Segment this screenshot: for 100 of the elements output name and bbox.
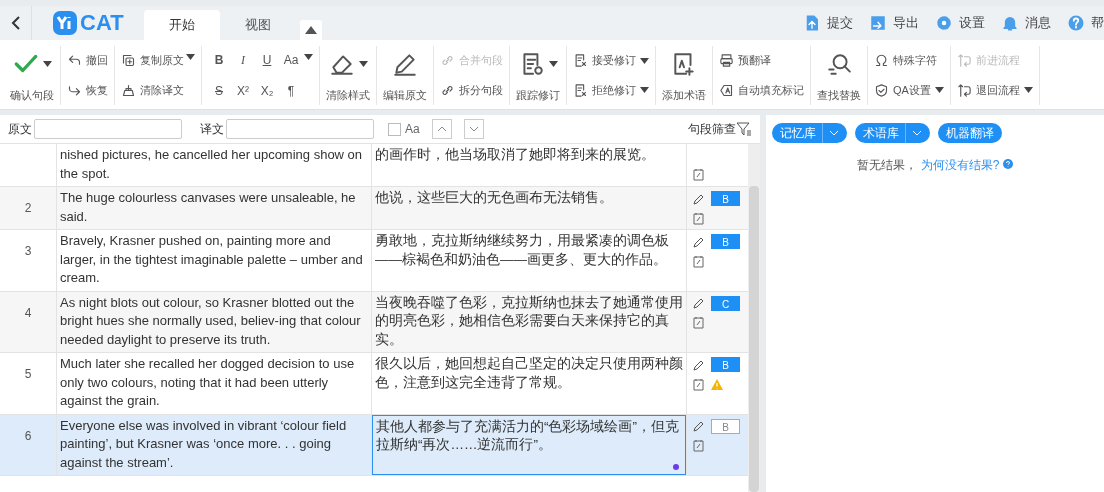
toolbar-button[interactable]: 拆分句段 xyxy=(440,79,503,102)
omega-icon xyxy=(874,53,889,69)
target-text[interactable]: 他说，这些巨大的无色画布无法销售。 xyxy=(372,187,686,229)
toolbar-button[interactable]: 拒绝修订 xyxy=(573,79,649,102)
toolbar-button[interactable]: 跟踪修订 xyxy=(516,46,560,105)
toolbar-button[interactable]: 退回流程 xyxy=(956,79,1033,102)
note-icon[interactable] xyxy=(693,439,705,452)
top-action[interactable]: 提交 xyxy=(803,6,853,40)
top-action[interactable]: 设置 xyxy=(935,6,985,40)
field-label: 原文 xyxy=(8,120,32,138)
format-button[interactable]: B xyxy=(208,49,230,72)
toolbar-button[interactable]: 接受修订 xyxy=(573,49,649,72)
note-icon[interactable] xyxy=(693,211,705,225)
filter-label: 句段筛查 xyxy=(688,120,736,138)
chevron-up-icon[interactable] xyxy=(436,126,447,132)
toolbar-button[interactable]: QA设置 xyxy=(874,79,944,102)
chevron-down-icon[interactable] xyxy=(468,126,479,132)
loop-arrow-icon xyxy=(956,82,972,98)
target-text[interactable]: 其他人都参与了充满活力的“色彩场域绘画”，但克拉斯纳“再次……逆流而行”。 xyxy=(372,414,686,475)
note-icon[interactable] xyxy=(693,254,705,268)
top-action[interactable]: 导出 xyxy=(869,6,919,40)
pencil-icon[interactable] xyxy=(693,420,705,432)
match-badge: B xyxy=(711,418,740,434)
target-text[interactable]: 当夜晚吞噬了色彩，克拉斯纳也抹去了她通常使用的明亮色彩，她相信色彩需要白天来保持它的真实。 xyxy=(372,291,686,352)
segment-number: 6 xyxy=(24,427,32,445)
toolbar-button[interactable]: 清除译文 xyxy=(121,79,184,102)
tag-icon xyxy=(719,82,734,98)
ribbon-tab[interactable]: 视图 xyxy=(219,10,296,40)
chevron-left-icon[interactable] xyxy=(10,15,21,31)
segment-row[interactable]: 5 Much later she recalled her dogged decision to use only two colours, noting that it had been utterly against the grain. 很久以后，她回想起自己坚定的决定只使用两种颜色，注意到这完全违背了常规。 B xyxy=(0,353,748,415)
help-link[interactable]: 为何没有结果? xyxy=(920,158,1000,172)
segment-row[interactable]: nished pictures, he cancelled her upcoming show on the spot. 的画作时，他当场取消了她即将到来的展览。 xyxy=(0,144,748,187)
settings-icon xyxy=(935,14,953,32)
note-icon[interactable] xyxy=(693,316,705,329)
note-icon[interactable] xyxy=(693,377,705,391)
target-search-field[interactable] xyxy=(226,119,374,139)
format-button[interactable]: U xyxy=(256,49,278,72)
caret-icon[interactable] xyxy=(358,61,368,67)
logo-text: CAT xyxy=(80,10,124,36)
filter-icon[interactable] xyxy=(736,121,752,137)
source-text: As night blots out colour, so Krasner blotted out the bright hues she normally used, believ-ing that colour needed daylight to preserve its truth. xyxy=(57,291,372,352)
caret-icon[interactable] xyxy=(42,61,52,67)
toolbar-button[interactable]: 确认句段 xyxy=(10,46,54,105)
toolbar-button[interactable]: 查找替换 xyxy=(817,46,861,105)
match-case-checkbox[interactable] xyxy=(388,122,401,136)
top-action[interactable]: 帮 xyxy=(1067,6,1104,40)
source-text: nished pictures, he cancelled her upcoming show on the spot. xyxy=(57,144,372,186)
empty-message: 暂无结果， xyxy=(857,158,918,172)
broom-icon xyxy=(121,82,136,98)
format-button[interactable]: X² xyxy=(232,79,254,102)
target-text[interactable]: 勇敢地，克拉斯纳继续努力，用最紧凑的调色板——棕褐色和奶油色——画更多、更大的作品。 xyxy=(372,230,686,291)
segment-row[interactable]: 4 As night blots out colour, so Krasner blotted out the bright hues she normally used, believ-ing that colour needed daylight to preserve its truth. 当夜晚吞噬了色彩，克拉斯纳也抹去了她通常使用的明亮色彩，她相信色彩需要白天来保持它的真实。 C xyxy=(0,291,748,353)
segment-row[interactable]: 2 The huge colourless canvases were unsaleable, he said. 他说，这些巨大的无色画布无法销售。 B xyxy=(0,187,748,230)
ribbon-tab[interactable]: 开始 xyxy=(143,10,220,40)
toolbar-button[interactable]: 撤回 xyxy=(67,49,108,72)
top-action[interactable]: 消息 xyxy=(1001,6,1051,40)
toolbar-button[interactable]: 恢复 xyxy=(67,79,108,102)
source-text: Much later she recalled her dogged decision to use only two colours, noting that it had been utterly against the grain. xyxy=(57,353,372,414)
toolbar-button[interactable]: 自动填充标记 xyxy=(719,79,804,102)
toolbar-button[interactable]: 清除样式 xyxy=(326,46,370,105)
match-badge: B xyxy=(711,357,740,372)
toolbar-button[interactable]: 预翻译 xyxy=(719,49,804,72)
caret-icon[interactable] xyxy=(1023,87,1033,94)
toolbar-button[interactable]: 编辑原文 xyxy=(383,46,427,105)
segment-row[interactable]: 3 Bravely, Krasner pushed on, painting more and larger, in the tightest imaginable palette – umber and cream. 勇敢地，克拉斯纳继续努力，用最紧凑的调色板——棕褐色和奶油色——画更多、更大的作品。 B xyxy=(0,230,748,292)
shield-icon xyxy=(874,82,889,98)
caret-icon[interactable] xyxy=(548,61,558,67)
segment-row[interactable]: 6 Everyone else was involved in vibrant ‘colour field painting’, but Krasner was ‘once more. . . going against the stream’. 其他人都参与了充满活力的“色彩场域绘画”，但克拉斯纳“再次……逆流而行”。 B xyxy=(0,414,748,476)
export-icon xyxy=(869,14,887,32)
note-icon[interactable] xyxy=(693,167,705,181)
format-button[interactable]: Aa xyxy=(280,49,302,72)
pencil-icon[interactable] xyxy=(693,235,705,248)
pencil-icon[interactable] xyxy=(693,358,705,371)
caret-icon[interactable] xyxy=(640,87,649,94)
target-text[interactable]: 很久以后，她回想起自己坚定的决定只使用两种颜色，注意到这完全违背了常规。 xyxy=(372,353,686,414)
collapse-button[interactable] xyxy=(299,20,322,40)
format-button[interactable]: I xyxy=(232,49,254,72)
toolbar-button[interactable]: 添加术语 xyxy=(662,46,706,105)
field-label: 译文 xyxy=(200,120,224,138)
help-icon[interactable] xyxy=(1002,159,1013,169)
caret-icon[interactable] xyxy=(934,87,944,94)
help-icon xyxy=(1067,14,1085,32)
format-button[interactable]: X₂ xyxy=(256,79,278,102)
target-text[interactable]: 的画作时，他当场取消了她即将到来的展览。 xyxy=(372,144,686,186)
scrollbar-thumb[interactable] xyxy=(749,185,759,492)
caret-icon[interactable] xyxy=(640,57,649,64)
dropdown-caret-icon[interactable] xyxy=(186,54,195,60)
dropdown-caret-icon[interactable] xyxy=(304,54,313,60)
format-button[interactable]: S xyxy=(208,79,230,102)
match-badge: C xyxy=(711,295,740,311)
logo-icon xyxy=(52,10,78,36)
pencil-icon[interactable] xyxy=(693,297,705,309)
printer-icon xyxy=(719,53,734,69)
pencil-icon[interactable] xyxy=(693,192,705,205)
triangle-up-icon[interactable] xyxy=(304,26,317,34)
toolbar-button[interactable]: 复制原文 xyxy=(121,49,184,72)
toolbar-button[interactable]: 特殊字符 xyxy=(874,49,944,72)
document-icon xyxy=(573,53,588,69)
source-search-field[interactable] xyxy=(34,119,182,139)
format-button[interactable]: ¶ xyxy=(280,79,302,102)
